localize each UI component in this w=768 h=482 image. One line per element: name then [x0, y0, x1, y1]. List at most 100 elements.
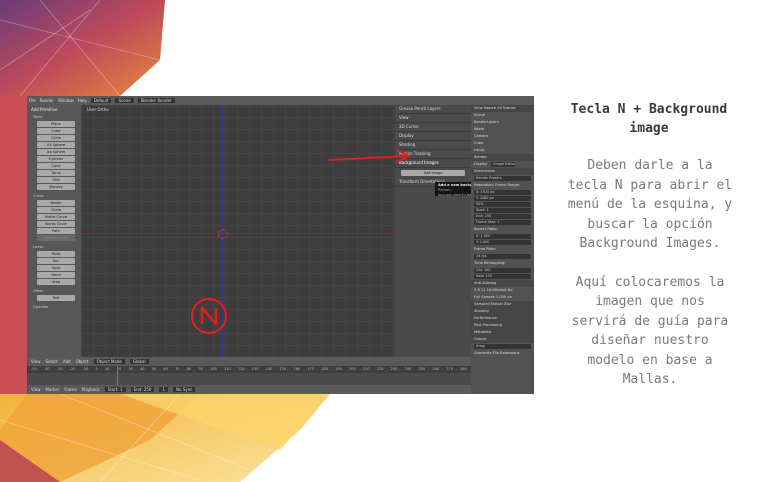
scene-field[interactable]: Scene: [115, 98, 134, 103]
output-path[interactable]: /tmp/: [474, 344, 531, 349]
overwrite-checkbox[interactable]: Overwrite: [474, 351, 492, 355]
tab-all-scenes[interactable]: All Scenes: [497, 106, 515, 110]
add-spot-lamp-button[interactable]: Spot: [37, 265, 75, 271]
dimensions-panel[interactable]: Dimensions: [471, 168, 534, 175]
anti-aliasing-panel[interactable]: Anti-Aliasing: [471, 280, 534, 287]
ruler-tick: 220: [376, 367, 384, 371]
tl-start-field[interactable]: Start: 1: [104, 387, 126, 392]
metadata-panel[interactable]: Metadata: [471, 329, 534, 336]
layout-field[interactable]: Default: [90, 98, 112, 103]
outliner-cube[interactable]: Cube: [471, 140, 534, 147]
outliner-camera[interactable]: Camera: [471, 133, 534, 140]
add-path-button[interactable]: Path: [37, 228, 75, 234]
render-engine-field[interactable]: Blender Render: [137, 98, 175, 103]
resolution-y[interactable]: Y: 1080 px: [474, 196, 531, 201]
vp-menu-add[interactable]: Add: [63, 359, 71, 364]
performance-panel[interactable]: Performance: [471, 315, 534, 322]
3d-viewport[interactable]: User Ortho: [81, 105, 395, 357]
add-circle-button[interactable]: Circle: [37, 135, 75, 141]
add-nurbs-circle-button[interactable]: Nurbs Circle: [37, 221, 75, 227]
add-monkey-button[interactable]: Monkey: [37, 184, 75, 190]
frame-start[interactable]: Start: 1: [474, 208, 531, 213]
vp-menu-view[interactable]: View: [31, 359, 41, 364]
add-cube-button[interactable]: Cube: [37, 128, 75, 134]
add-cylinder-button[interactable]: Cylinder: [37, 156, 75, 162]
post-processing-panel[interactable]: Post Processing: [471, 322, 534, 329]
npanel-3d-cursor[interactable]: 3D Cursor: [395, 123, 471, 132]
add-grid-button[interactable]: Grid: [37, 177, 75, 183]
add-nurbs-curve-button[interactable]: Nurbs Curve: [37, 214, 75, 220]
output-panel[interactable]: Output: [471, 336, 534, 343]
add-hemi-lamp-button[interactable]: Hemi: [37, 272, 75, 278]
tool-shelf: Add Primitive Mesh: Plane Cube Circle UV…: [27, 105, 81, 357]
add-uvsphere-button[interactable]: UV Sphere: [37, 142, 75, 148]
3d-cursor-icon[interactable]: [218, 229, 228, 239]
full-sample-checkbox[interactable]: Full Sample: [474, 295, 495, 299]
display-select[interactable]: Image Editor: [491, 162, 516, 167]
aspect-y[interactable]: Y: 1.000: [474, 240, 531, 245]
resolution-percent[interactable]: 50%: [474, 202, 531, 207]
tl-end-field[interactable]: End: 250: [130, 387, 155, 392]
menu-window[interactable]: Window: [58, 98, 74, 103]
mode-select[interactable]: Object Mode: [93, 359, 125, 364]
tl-menu-view[interactable]: View: [31, 387, 41, 392]
outliner-lamp[interactable]: Lamp: [471, 147, 534, 154]
toolshelf-header[interactable]: Add Primitive: [27, 105, 81, 112]
shading-panel[interactable]: Shading: [471, 308, 534, 315]
orientation-select[interactable]: Global: [129, 359, 149, 364]
n-key-annotation-icon: [190, 297, 228, 335]
menu-help[interactable]: Help: [78, 98, 87, 103]
frame-end[interactable]: End: 250: [474, 214, 531, 219]
timeline-playhead[interactable]: [117, 366, 118, 385]
add-area-lamp-button[interactable]: Area: [37, 279, 75, 285]
aa-16[interactable]: 16: [487, 288, 492, 292]
timeline[interactable]: -50 -40 -30 -20 -10 0 10 20 30 40 50 60 70 80 90 100 110…: [27, 366, 471, 385]
vp-menu-object[interactable]: Object: [76, 359, 89, 364]
add-image-button[interactable]: Add Image: [401, 170, 465, 176]
menu-file[interactable]: File: [29, 98, 36, 103]
add-plane-button[interactable]: Plane: [37, 121, 75, 127]
aspect-x[interactable]: X: 1.000: [474, 234, 531, 239]
frame-rate-label: Frame Rate:: [474, 247, 496, 251]
npanel-display[interactable]: Display: [395, 132, 471, 141]
timeline-ruler[interactable]: -50 -40 -30 -20 -10 0 10 20 30 40 50 60 70 80 90 100 110…: [27, 366, 471, 373]
add-bezier-button[interactable]: Bezier: [37, 200, 75, 206]
tab-view[interactable]: View: [474, 106, 483, 110]
outliner-world[interactable]: World: [471, 126, 534, 133]
aa-size[interactable]: 1.000 px: [496, 295, 512, 299]
aa-8[interactable]: 8: [477, 288, 479, 292]
motion-blur-panel[interactable]: Sampled Motion Blur: [471, 301, 534, 308]
operator-panel[interactable]: Operator: [27, 302, 81, 310]
tab-search[interactable]: Search: [484, 106, 496, 110]
tl-current-frame[interactable]: 1: [159, 387, 169, 392]
npanel-grease-pencil[interactable]: Grease Pencil Layers: [395, 105, 471, 114]
fps-select[interactable]: 24 fps: [474, 254, 531, 259]
aa-filter[interactable]: Mitchell-Ne: [492, 288, 512, 292]
add-torus-button[interactable]: Torus: [37, 170, 75, 176]
add-cone-button[interactable]: Cone: [37, 163, 75, 169]
outliner-renderlayers[interactable]: RenderLayers: [471, 119, 534, 126]
file-ext-checkbox[interactable]: File Extensions: [493, 351, 520, 355]
remap-old[interactable]: Old: 100: [474, 268, 531, 273]
remap-new[interactable]: New: 100: [474, 274, 531, 279]
aa-11[interactable]: 11: [481, 288, 486, 292]
menu-render[interactable]: Render: [40, 98, 54, 103]
add-sun-lamp-button[interactable]: Sun: [37, 258, 75, 264]
vp-menu-select[interactable]: Select: [46, 359, 58, 364]
aa-5[interactable]: 5: [474, 288, 476, 292]
npanel-view[interactable]: View: [395, 114, 471, 123]
outliner-scene[interactable]: Scene: [471, 112, 534, 119]
render-presets-select[interactable]: Render Presets: [474, 176, 531, 181]
add-icosphere-button[interactable]: Ico Sphere: [37, 149, 75, 155]
tl-sync-select[interactable]: No Sync: [173, 387, 196, 392]
resolution-x[interactable]: X: 1920 px: [474, 190, 531, 195]
tl-menu-frame[interactable]: Frame: [64, 387, 76, 392]
render-panel[interactable]: Render: [471, 154, 534, 161]
add-point-lamp-button[interactable]: Point: [37, 251, 75, 257]
add-curve-circle-button[interactable]: Circle: [37, 207, 75, 213]
slide-paragraph-1: Deben darle a la tecla N para abrir el m…: [567, 158, 733, 251]
tl-menu-marker[interactable]: Marker: [46, 387, 60, 392]
frame-step[interactable]: Frame Step: 1: [474, 220, 531, 225]
tl-menu-playback[interactable]: Playback: [82, 387, 100, 392]
add-text-button[interactable]: Text: [37, 295, 75, 301]
